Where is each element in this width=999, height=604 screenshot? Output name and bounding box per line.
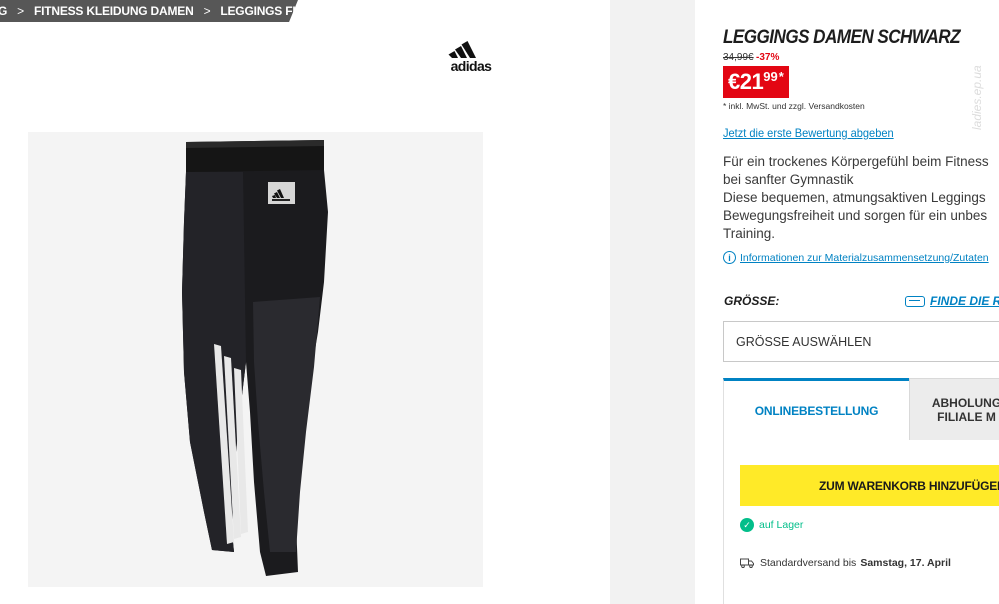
watermark: ladies.ep.ua: [970, 65, 984, 130]
adidas-stripes-icon: [448, 41, 476, 58]
product-image[interactable]: [28, 132, 483, 587]
stock-status: ✓ auf Lager: [740, 518, 803, 532]
add-to-cart-button[interactable]: ZUM WARENKORB HINZUFÜGEN: [740, 465, 999, 506]
measuring-tape-icon: [905, 295, 925, 307]
breadcrumb: G > FITNESS KLEIDUNG DAMEN > LEGGINGS FI…: [0, 0, 335, 22]
discount-badge: -37%: [756, 52, 780, 63]
check-circle-icon: ✓: [740, 518, 754, 532]
breadcrumb-separator: >: [203, 4, 211, 18]
size-guide-link[interactable]: FINDE DIE R: [905, 294, 999, 308]
breadcrumb-item-leggings-fitness[interactable]: LEGGINGS FITNESS: [220, 4, 334, 18]
tab-store-pickup[interactable]: ABHOLUNG FILIALE M: [909, 378, 999, 440]
tab-online-order[interactable]: ONLINEBESTELLUNG: [723, 378, 909, 440]
material-info-link[interactable]: i Informationen zur Materialzusammensetz…: [723, 251, 989, 264]
shipping-label: Standardversand bis: [760, 557, 857, 569]
breadcrumb-item-fitness-kleidung-damen[interactable]: FITNESS KLEIDUNG DAMEN: [34, 4, 194, 18]
breadcrumb-separator: >: [17, 4, 24, 18]
product-description: Für ein trockenes Körpergefühl beim Fitn…: [723, 153, 999, 243]
write-review-link[interactable]: Jetzt die erste Bewertung abgeben: [723, 126, 894, 140]
product-title: LEGGINGS DAMEN SCHWARZ: [723, 27, 961, 48]
shipping-info: Standardversand bis Samstag, 17. April: [740, 557, 951, 569]
price-cents: 99: [763, 69, 778, 84]
breadcrumb-items: G > FITNESS KLEIDUNG DAMEN > LEGGINGS FI…: [0, 0, 335, 22]
shipping-date: Samstag, 17. April: [860, 557, 951, 569]
current-price: €2199*: [723, 66, 789, 98]
leggings-image: [182, 140, 328, 576]
description-line: Bewegungsfreiheit und sorgen für ein unb…: [723, 208, 988, 223]
description-line: bei sanfter Gymnastik: [723, 172, 854, 187]
size-select[interactable]: GRÖSSE AUSWÄHLEN: [723, 321, 999, 362]
stock-label: auf Lager: [759, 519, 804, 531]
description-line: Training.: [723, 226, 776, 241]
delivery-tabs: ONLINEBESTELLUNG ABHOLUNG FILIALE M: [723, 378, 999, 440]
info-circle-icon: i: [723, 251, 736, 264]
tax-note: * inkl. MwSt. und zzgl. Versandkosten: [723, 101, 865, 111]
description-line: Diese bequemen, atmungsaktiven Leggings: [723, 190, 986, 205]
material-info-label: Informationen zur Materialzusammensetzun…: [740, 251, 989, 264]
size-label: GRÖSSE:: [724, 294, 780, 308]
old-price: 34,99€: [723, 52, 754, 63]
price-main: €21: [728, 69, 764, 94]
brand-logo[interactable]: adidas: [444, 36, 498, 74]
size-guide-label: FINDE DIE R: [930, 294, 999, 308]
brand-name: adidas: [450, 58, 492, 74]
tab-pickup-line2: FILIALE M: [937, 409, 996, 424]
tab-pickup-line1: ABHOLUNG: [931, 395, 999, 410]
description-line: Für ein trockenes Körpergefühl beim Fitn…: [723, 154, 989, 169]
truck-icon: [740, 558, 754, 568]
price-star: *: [778, 69, 784, 84]
breadcrumb-item[interactable]: G: [0, 4, 7, 18]
